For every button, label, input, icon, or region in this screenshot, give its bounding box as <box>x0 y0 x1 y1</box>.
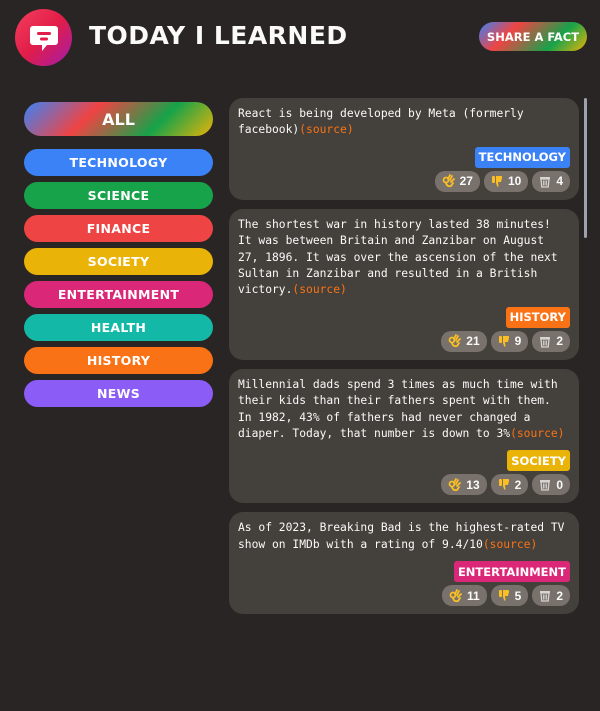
thumbs-down-icon <box>498 479 509 491</box>
vote-interesting-count: 13 <box>466 477 480 492</box>
fact-card: Millennial dads spend 3 times as much ti… <box>229 368 579 504</box>
fact-card: The shortest war in history lasted 38 mi… <box>229 208 579 360</box>
category-tag: Technology <box>474 146 570 168</box>
category-tag: History <box>505 306 570 328</box>
ok-hand-icon <box>449 588 462 602</box>
vote-mindblowing-count: 5 <box>514 588 522 603</box>
trash-icon <box>540 480 551 492</box>
vote-false-button[interactable]: 2 <box>532 585 570 607</box>
vote-false-count: 0 <box>556 477 563 492</box>
vote-interesting-count: 27 <box>459 174 473 189</box>
speech-bubble-icon <box>29 25 58 51</box>
vote-false-count: 4 <box>556 174 563 189</box>
fact-card: React is being developed by Meta (former… <box>229 98 579 200</box>
vote-false-button[interactable]: 4 <box>532 170 570 192</box>
vote-mindblowing-count: 10 <box>507 174 522 189</box>
category-tag: Entertainment <box>453 561 570 583</box>
fact-text: The shortest war in history lasted 38 mi… <box>238 217 558 297</box>
category-tag: Society <box>507 450 570 472</box>
vote-interesting-button[interactable]: 27 <box>434 170 480 192</box>
source-link[interactable]: (source) <box>510 427 564 440</box>
thumbs-down-icon <box>491 175 503 187</box>
fact-text: React is being developed by Meta (former… <box>238 107 524 137</box>
category-society-button[interactable]: Society <box>24 248 213 275</box>
vote-mindblowing-button[interactable]: 5 <box>490 585 529 607</box>
category-all-button[interactable]: All <box>24 102 213 136</box>
vote-interesting-count: 21 <box>466 334 480 349</box>
facts-list: React is being developed by Meta (former… <box>229 98 579 711</box>
source-link[interactable]: (source) <box>292 283 346 296</box>
source-link[interactable]: (source) <box>483 538 537 551</box>
header: Today I Learned Share a fact <box>0 0 600 74</box>
vote-false-count: 2 <box>556 588 563 603</box>
vote-mindblowing-button[interactable]: 2 <box>490 474 529 496</box>
vote-mindblowing-count: 2 <box>514 477 522 492</box>
scrollbar[interactable] <box>583 98 588 248</box>
source-link[interactable]: (source) <box>299 123 353 136</box>
vote-interesting-count: 11 <box>466 588 480 603</box>
vote-false-button[interactable]: 2 <box>532 330 570 352</box>
thumbs-down-icon <box>498 590 509 602</box>
category-history-button[interactable]: History <box>24 347 213 374</box>
fact-card: As of 2023, Breaking Bad is the highest-… <box>229 512 579 615</box>
vote-interesting-button[interactable]: 13 <box>441 474 487 496</box>
fact-text: Millennial dads spend 3 times as much ti… <box>238 377 565 441</box>
vote-mindblowing-button[interactable]: 10 <box>483 170 529 192</box>
category-sidebar: All Technology Science Finance Society E… <box>24 102 214 413</box>
trash-icon <box>540 336 551 348</box>
thumbs-down-icon <box>498 335 509 347</box>
category-entertainment-button[interactable]: Entertainment <box>24 281 213 308</box>
category-finance-button[interactable]: Finance <box>24 215 213 242</box>
vote-interesting-button[interactable]: 21 <box>441 330 487 352</box>
ok-hand-icon <box>442 174 455 188</box>
share-a-fact-button[interactable]: Share a fact <box>479 22 587 51</box>
vote-interesting-button[interactable]: 11 <box>441 585 487 607</box>
app-title: Today I Learned <box>89 21 348 50</box>
vote-false-button[interactable]: 0 <box>532 474 570 496</box>
scrollbar-thumb[interactable] <box>584 98 587 238</box>
ok-hand-icon <box>448 478 462 492</box>
trash-icon <box>540 591 551 602</box>
vote-mindblowing-button[interactable]: 9 <box>490 330 529 352</box>
ok-hand-icon <box>448 334 462 348</box>
category-science-button[interactable]: Science <box>24 182 213 209</box>
vote-mindblowing-count: 9 <box>514 334 522 349</box>
category-health-button[interactable]: Health <box>24 314 213 341</box>
fact-text: As of 2023, Breaking Bad is the highest-… <box>238 521 565 551</box>
vote-false-count: 2 <box>556 334 563 349</box>
category-technology-button[interactable]: Technology <box>24 149 213 176</box>
trash-icon <box>540 176 551 188</box>
logo <box>15 9 72 66</box>
category-news-button[interactable]: News <box>24 380 213 407</box>
